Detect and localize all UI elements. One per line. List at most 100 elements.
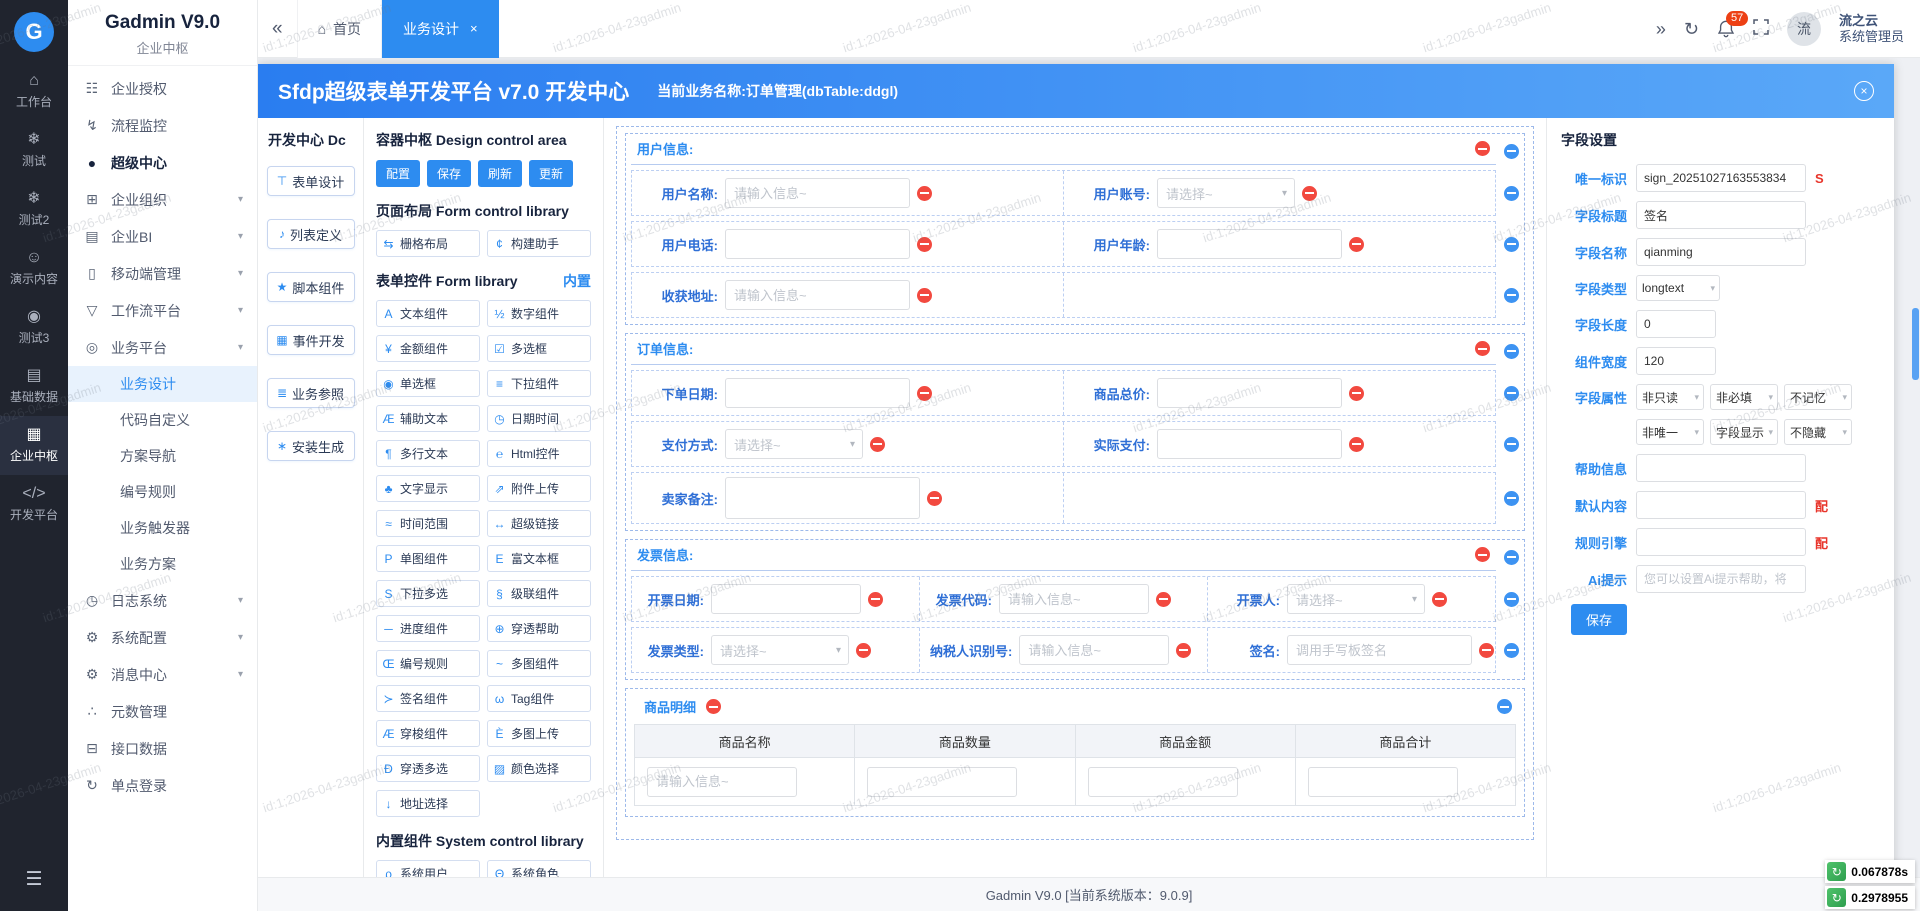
user-name-input[interactable] [725,178,910,208]
form-control-button[interactable]: ◷ 日期时间 [487,405,591,432]
form-section-goods-detail[interactable]: 商品明细 商品名称 商品数量 商品金额 [625,688,1525,817]
sidebar-item-flow-monitor[interactable]: ↯ 流程监控 [68,107,257,144]
remove-field-icon[interactable] [927,491,942,506]
rule-engine-input[interactable] [1636,528,1806,556]
layout-control-button[interactable]: ¢ 构建助手 [487,230,591,257]
form-control-button[interactable]: S 下拉多选 [376,580,480,607]
remove-field-icon[interactable] [1479,643,1494,658]
attr-unique-select[interactable]: 非唯一▾ [1636,419,1704,445]
remove-field-icon[interactable] [917,237,932,252]
sidebar-item-sso[interactable]: ↻ 单点登录 [68,767,257,804]
sidebar-item-enterprise-org[interactable]: ⊞ 企业组织 ▾ [68,181,257,218]
sidebar-item-api-data[interactable]: ⊟ 接口数据 [68,730,257,767]
form-design-button[interactable]: ⊤ 表单设计 [267,166,355,196]
form-control-button[interactable]: ¥ 金额组件 [376,335,480,362]
configure-link[interactable]: 配 [1815,533,1828,552]
rail-item-enterprise-hub[interactable]: ▦ 企业中枢 [0,416,68,475]
remove-field-icon[interactable] [856,643,871,658]
user-phone-input[interactable] [725,229,910,259]
sidebar-subitem-business-plan[interactable]: 业务方案 [68,546,257,582]
modal-close-icon[interactable]: × [1854,81,1874,101]
remove-field-icon[interactable] [868,592,883,607]
remove-field-icon[interactable] [917,386,932,401]
remove-field-icon[interactable] [1349,437,1364,452]
goods-subtotal-input[interactable] [1308,767,1458,797]
remove-field-icon[interactable] [1176,643,1191,658]
form-control-button[interactable]: Œ 编号规则 [376,650,480,677]
form-control-button[interactable]: Æ 辅助文本 [376,405,480,432]
remove-row-icon[interactable] [1504,144,1519,159]
sidebar-item-mobile-mgmt[interactable]: ▯ 移动端管理 ▾ [68,255,257,292]
form-control-button[interactable]: A 文本组件 [376,300,480,327]
remove-field-icon[interactable] [917,186,932,201]
attr-display-select[interactable]: 字段显示▾ [1710,419,1778,445]
rail-item-dev-platform[interactable]: </> 开发平台 [0,475,68,534]
sidebar-item-meta-mgmt[interactable]: ∴ 元数管理 [68,693,257,730]
attr-hidden-select[interactable]: 不隐藏▾ [1784,419,1852,445]
remove-row-icon[interactable] [1497,699,1512,714]
fullscreen-icon[interactable] [1753,19,1769,38]
form-control-button[interactable]: ≡ 下拉组件 [487,370,591,397]
notification-bell-icon[interactable]: 57 [1717,20,1735,38]
help-info-input[interactable] [1636,454,1806,482]
remove-field-icon[interactable] [870,437,885,452]
tab-business-design[interactable]: 业务设计 × [382,0,499,58]
receive-address-input[interactable] [725,280,910,310]
system-control-button[interactable]: Θ 系统角色 [487,860,591,877]
library-action-button[interactable]: 保存 [427,160,471,187]
rail-item-test2[interactable]: ❄ 测试2 [0,180,68,239]
sidebar-subitem-business-trigger[interactable]: 业务触发器 [68,510,257,546]
field-title-input[interactable] [1636,201,1806,229]
tab-home[interactable]: ⌂ 首页 [297,0,382,58]
library-action-button[interactable]: 更新 [529,160,573,187]
library-action-button[interactable]: 配置 [376,160,420,187]
sidebar-subitem-code-custom[interactable]: 代码自定义 [68,402,257,438]
rail-item-test[interactable]: ❄ 测试 [0,121,68,180]
remove-field-icon[interactable] [1349,386,1364,401]
builtin-tag[interactable]: 内置 [563,271,591,291]
tabs-expand-icon[interactable]: » [1656,20,1666,38]
sidebar-item-system-config[interactable]: ⚙ 系统配置 ▾ [68,619,257,656]
configure-link[interactable]: 配 [1815,496,1828,515]
invoice-code-input[interactable] [999,584,1149,614]
rail-item-base-data[interactable]: ▤ 基础数据 [0,357,68,416]
attr-required-select[interactable]: 非必填▾ [1710,384,1778,410]
form-control-button[interactable]: ◉ 单选框 [376,370,480,397]
page-scrollbar-thumb[interactable] [1912,308,1919,380]
form-control-button[interactable]: ↔ 超级链接 [487,510,591,537]
install-generate-button[interactable]: ∗ 安装生成 [267,431,355,461]
form-control-button[interactable]: Ð 穿透多选 [376,755,480,782]
ai-hint-input[interactable] [1636,565,1806,593]
refresh-icon[interactable]: ↻ [1684,20,1699,38]
remove-field-icon[interactable] [1156,592,1171,607]
field-name-input[interactable] [1636,238,1806,266]
unique-id-input[interactable] [1636,164,1806,192]
form-control-button[interactable]: ▨ 颜色选择 [487,755,591,782]
actual-pay-input[interactable] [1157,429,1342,459]
signature-input[interactable] [1287,635,1472,665]
form-control-button[interactable]: ⇗ 附件上传 [487,475,591,502]
list-define-button[interactable]: ♪ 列表定义 [267,219,355,249]
attr-memory-select[interactable]: 不记忆▾ [1784,384,1852,410]
sidebar-item-enterprise-bi[interactable]: ▤ 企业BI ▾ [68,218,257,255]
goods-name-input[interactable] [647,767,797,797]
sidebar-collapse-icon[interactable]: « [258,18,297,40]
goods-amount-input[interactable] [1088,767,1238,797]
remove-row-icon[interactable] [1504,437,1519,452]
save-button[interactable]: 保存 [1571,604,1627,635]
form-control-button[interactable]: ω Tag组件 [487,685,591,712]
user-account-select[interactable]: 请选择~ ▾ [1157,178,1295,208]
form-section-invoice-info[interactable]: 发票信息: 开票日期: [625,539,1525,680]
user-info[interactable]: 流之云 系统管理员 [1839,13,1904,45]
business-ref-button[interactable]: ≣ 业务参照 [267,378,355,408]
rail-menu-icon[interactable]: ☰ [25,868,42,911]
form-control-button[interactable]: P 单图组件 [376,545,480,572]
remove-field-icon[interactable] [1349,237,1364,252]
invoice-date-input[interactable] [711,584,861,614]
remove-row-icon[interactable] [1504,491,1519,506]
default-content-input[interactable] [1636,491,1806,519]
form-control-button[interactable]: E 富文本框 [487,545,591,572]
remove-row-icon[interactable] [1504,386,1519,401]
remove-section-icon[interactable] [706,699,721,714]
form-control-button[interactable]: ¶ 多行文本 [376,440,480,467]
